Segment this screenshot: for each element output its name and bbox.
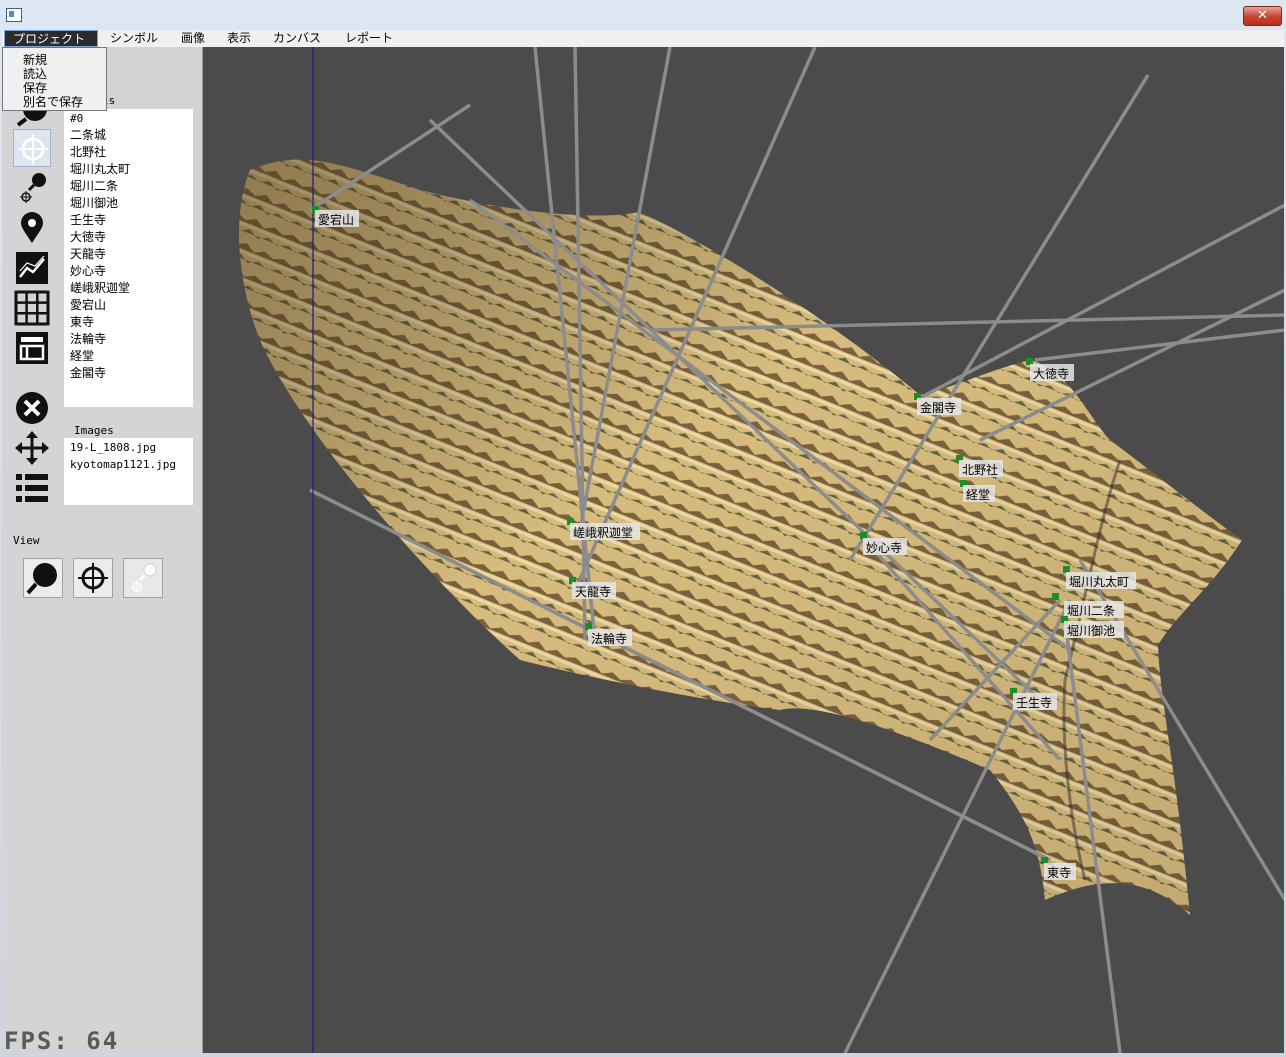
tool-layout-button[interactable] <box>13 329 51 367</box>
list-item[interactable]: 天龍寺 <box>70 246 106 263</box>
marker-label: 妙心寺 <box>866 541 902 555</box>
list-icon <box>16 474 48 502</box>
magnifier-icon <box>26 563 57 595</box>
tool-crosshair-button[interactable] <box>13 129 51 167</box>
app-icon <box>6 8 22 22</box>
zoom-point-icon <box>20 173 46 203</box>
list-item[interactable]: 堀川御池 <box>70 195 118 212</box>
marker-handle[interactable] <box>585 623 592 630</box>
list-item[interactable]: 妙心寺 <box>70 263 106 280</box>
menu-item-open[interactable]: 読込 <box>23 67 47 81</box>
view-zoom-button[interactable] <box>23 558 63 598</box>
marker-label: 堀川二条 <box>1067 603 1115 618</box>
list-item[interactable]: 堀川丸太町 <box>70 161 130 178</box>
tool-pin-button[interactable] <box>13 209 51 247</box>
marker-label: 壬生寺 <box>1016 696 1052 710</box>
sidebar-panel: ls #0 二条城 北野社 堀川丸太町 堀川二条 堀川御池 壬生寺 大徳寺 天龍… <box>2 47 203 1053</box>
marker-label: 嵯峨釈迦堂 <box>573 526 633 540</box>
view-header: View <box>13 534 40 547</box>
list-item[interactable]: 愛宕山 <box>70 297 106 314</box>
list-item[interactable]: 北野社 <box>70 144 106 161</box>
list-item[interactable]: #0 <box>70 110 83 127</box>
crosshair-icon <box>78 563 108 593</box>
map-pin-icon <box>21 212 43 243</box>
tool-chart-button[interactable] <box>13 249 51 287</box>
list-item[interactable]: 東寺 <box>70 314 94 331</box>
list-item[interactable]: 堀川二条 <box>70 178 118 195</box>
list-item[interactable]: 経堂 <box>70 348 94 365</box>
map-canvas[interactable]: 愛宕山 大徳寺 金閣寺 北野社 経堂 嵯峨釈迦堂 妙心寺 天龍寺 法輪寺 堀川丸… <box>203 47 1284 1053</box>
marker-handle[interactable] <box>1041 857 1048 864</box>
list-item[interactable]: 大徳寺 <box>70 229 106 246</box>
list-item[interactable]: 19-L_1808.jpg <box>70 439 156 456</box>
list-item[interactable]: 壬生寺 <box>70 212 106 229</box>
close-circle-icon <box>16 392 48 424</box>
move-arrows-icon <box>15 431 49 465</box>
marker-label: 堀川御池 <box>1067 623 1115 638</box>
marker-handle[interactable] <box>1052 593 1059 600</box>
marker-handle[interactable] <box>860 532 867 539</box>
marker-label: 愛宕山 <box>318 212 354 227</box>
menu-item-save[interactable]: 保存 <box>23 81 47 95</box>
list-item[interactable]: 法輪寺 <box>70 331 106 348</box>
tool-move-button[interactable] <box>13 429 51 467</box>
grid-icon <box>14 290 50 326</box>
application-window: ✕ プロジェクト シンボル 画像 表示 カンバス レポート ls #0 二条城 … <box>0 0 1286 1057</box>
symbols-list[interactable]: #0 二条城 北野社 堀川丸太町 堀川二条 堀川御池 壬生寺 大徳寺 天龍寺 妙… <box>64 109 193 407</box>
images-header: Images <box>74 424 114 437</box>
menu-view[interactable]: 表示 <box>219 30 259 47</box>
tool-list-button[interactable] <box>13 469 51 507</box>
close-button[interactable]: ✕ <box>1243 6 1282 26</box>
fps-counter: FPS: 64 <box>4 1027 120 1055</box>
marker-label: 北野社 <box>962 462 998 477</box>
images-list[interactable]: 19-L_1808.jpg kyotomap1121.jpg <box>64 438 193 505</box>
crosshair-icon <box>18 134 48 164</box>
project-menu-dropdown: 新規 読込 保存 別名で保存 <box>2 47 107 111</box>
marker-label: 東寺 <box>1047 866 1071 880</box>
tool-grid-button[interactable] <box>13 289 51 327</box>
marker-label: 大徳寺 <box>1033 366 1069 381</box>
layout-icon <box>16 332 48 364</box>
marker-handle[interactable] <box>1063 566 1070 573</box>
marker-label: 堀川丸太町 <box>1069 574 1129 589</box>
title-bar[interactable]: ✕ <box>0 0 1286 30</box>
map-canvas-svg[interactable]: 愛宕山 大徳寺 金閣寺 北野社 経堂 嵯峨釈迦堂 妙心寺 天龍寺 法輪寺 堀川丸… <box>203 47 1284 1053</box>
view-zoom-point-button[interactable] <box>123 558 163 598</box>
list-item[interactable]: 金閣寺 <box>70 365 106 382</box>
list-item[interactable]: 嵯峨釈迦堂 <box>70 280 130 297</box>
marker-label: 法輪寺 <box>591 631 627 646</box>
list-item[interactable]: 二条城 <box>70 127 106 144</box>
menu-project[interactable]: プロジェクト <box>4 30 98 47</box>
menu-item-save-as[interactable]: 別名で保存 <box>23 95 83 109</box>
menu-bar: プロジェクト シンボル 画像 表示 カンバス レポート <box>2 30 1284 47</box>
marker-label: 天龍寺 <box>575 584 611 599</box>
view-crosshair-button[interactable] <box>73 558 113 598</box>
menu-symbol[interactable]: シンボル <box>102 30 166 47</box>
menu-image[interactable]: 画像 <box>173 30 213 47</box>
marker-handle[interactable] <box>1026 358 1033 365</box>
menu-item-new[interactable]: 新規 <box>23 53 47 67</box>
list-item[interactable]: kyotomap1121.jpg <box>70 456 176 473</box>
marker-label: 経堂 <box>966 488 990 502</box>
chart-icon <box>16 252 48 284</box>
menu-report[interactable]: レポート <box>337 30 401 47</box>
tool-delete-button[interactable] <box>13 389 51 427</box>
tool-zoom-point-button[interactable] <box>13 169 51 207</box>
zoom-point-icon <box>131 563 157 593</box>
map-shading <box>239 159 1243 915</box>
menu-canvas[interactable]: カンバス <box>265 30 329 47</box>
marker-label: 金閣寺 <box>920 400 956 415</box>
